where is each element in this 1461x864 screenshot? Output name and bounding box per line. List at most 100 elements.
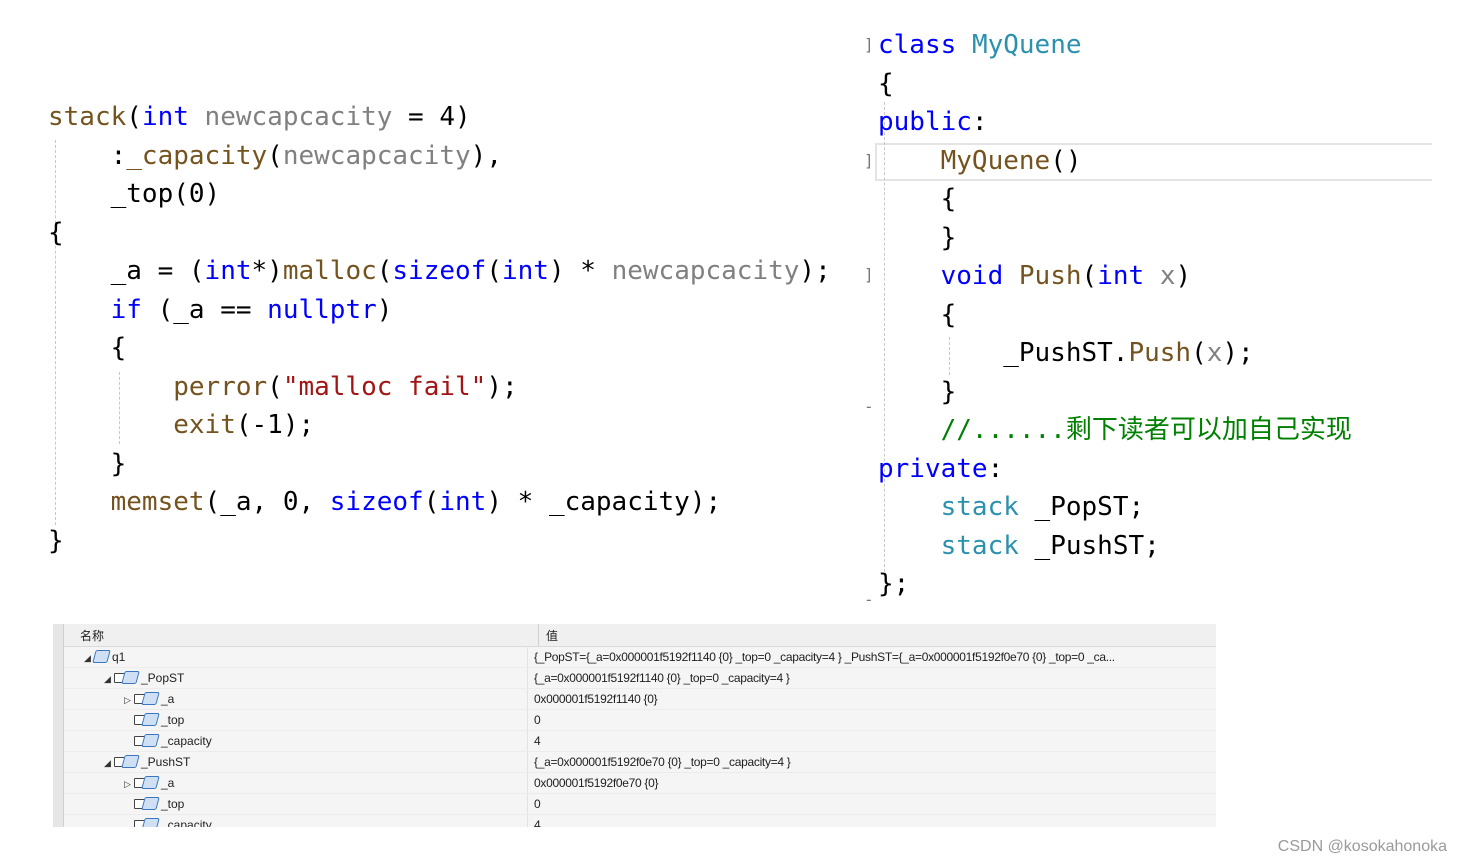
- code-token: exit: [173, 410, 236, 440]
- code-line[interactable]: class MyQuene: [878, 26, 1352, 65]
- watch-variable-value[interactable]: 0: [534, 710, 541, 730]
- code-line[interactable]: //......剩下读者可以加自己实现: [878, 411, 1352, 450]
- code-token: Push: [1018, 261, 1082, 291]
- column-divider[interactable]: [538, 624, 539, 646]
- code-line[interactable]: }: [48, 445, 831, 484]
- code-token: :: [971, 107, 988, 137]
- code-token: //......: [878, 415, 1066, 445]
- object-icon: [141, 776, 160, 789]
- code-token: }: [48, 448, 127, 479]
- code-token: {: [878, 184, 957, 214]
- code-line[interactable]: {: [878, 180, 1352, 219]
- code-line[interactable]: };: [878, 565, 1352, 604]
- code-line[interactable]: }: [878, 219, 1352, 258]
- code-line[interactable]: _a = (int*)malloc(sizeof(int) * newcapca…: [48, 252, 831, 291]
- code-token: );: [486, 371, 518, 402]
- watch-row[interactable]: _top 0: [64, 710, 1216, 731]
- code-line[interactable]: {: [878, 296, 1352, 335]
- code-line[interactable]: void Push(int x): [878, 257, 1352, 296]
- code-token: perror: [173, 371, 268, 402]
- watch-variable-value[interactable]: {_a=0x000001f5192f1140 {0} _top=0 _capac…: [534, 668, 790, 688]
- code-line[interactable]: public:: [878, 103, 1352, 142]
- code-line[interactable]: MyQuene(): [878, 142, 1352, 181]
- code-line[interactable]: memset(_a, 0, sizeof(int) * _capacity);: [48, 483, 831, 522]
- expand-arrow-icon[interactable]: ▷: [124, 690, 134, 710]
- code-line[interactable]: perror("malloc fail");: [48, 368, 831, 407]
- code-line[interactable]: _top(0): [48, 175, 831, 214]
- watch-row[interactable]: ▷ _a 0x000001f5192f1140 {0}: [64, 689, 1216, 710]
- watch-row-name: _capacity: [124, 731, 212, 751]
- code-line[interactable]: if (_a == nullptr): [48, 291, 831, 330]
- code-token: int: [439, 487, 487, 517]
- code-token: stack: [48, 102, 127, 132]
- watch-header: 名称 值: [64, 624, 1216, 647]
- code-line[interactable]: }: [878, 373, 1352, 412]
- watch-variable-value[interactable]: {_a=0x000001f5192f0e70 {0} _top=0 _capac…: [534, 752, 791, 772]
- code-line[interactable]: {: [878, 65, 1352, 104]
- code-token: (: [267, 371, 283, 402]
- watch-row[interactable]: ◢ _PopST {_a=0x000001f5192f1140 {0} _top=0…: [64, 668, 1216, 689]
- code-token: :: [987, 453, 1004, 484]
- code-line[interactable]: }: [48, 522, 831, 561]
- code-token: );: [799, 256, 831, 286]
- watch-variable-value[interactable]: 0: [534, 794, 541, 814]
- watch-variable-name: _top: [161, 713, 185, 727]
- code-line[interactable]: {: [48, 329, 831, 368]
- fold-marker-icon[interactable]: ]: [864, 35, 874, 54]
- watch-row[interactable]: ◢ _PushST {_a=0x000001f5192f0e70 {0} _top=…: [64, 752, 1216, 773]
- code-line[interactable]: stack _PopST;: [878, 488, 1352, 527]
- code-token: MyQuene: [940, 145, 1051, 176]
- code-token: (): [1050, 145, 1082, 176]
- code-token: newcapcacity: [282, 140, 471, 171]
- code-editor-left[interactable]: stack(int newcapcacity = 4) :_capacity(n…: [48, 98, 831, 560]
- watch-variable-value[interactable]: 4: [534, 815, 541, 827]
- expand-arrow-icon[interactable]: ▷: [124, 774, 134, 794]
- code-line[interactable]: :_capacity(newcapcacity),: [48, 137, 831, 176]
- object-icon: [141, 713, 160, 726]
- watch-variable-value[interactable]: 0x000001f5192f0e70 {0}: [534, 773, 659, 793]
- code-token: "malloc fail": [282, 371, 487, 402]
- watch-window[interactable]: 名称 值 ◢ q1 {_PopST={_a=0x000001f5192f1140 {…: [53, 624, 1216, 827]
- watch-row-name: _capacity: [124, 815, 212, 827]
- watch-row-name: ▷ _a: [124, 773, 174, 794]
- code-line[interactable]: stack _PushST;: [878, 527, 1352, 566]
- object-icon: [121, 671, 140, 684]
- code-token: MyQuene: [971, 30, 1082, 60]
- collapse-arrow-icon[interactable]: ◢: [104, 753, 114, 773]
- watch-gutter: [53, 624, 64, 827]
- watch-row[interactable]: ▷ _a 0x000001f5192f0e70 {0}: [64, 773, 1216, 794]
- code-token: :: [48, 140, 127, 171]
- watch-row[interactable]: ◢ q1 {_PopST={_a=0x000001f5192f1140 {0} _t…: [64, 647, 1216, 668]
- watch-row-name: ▷ _a: [124, 689, 174, 710]
- code-token: (: [1191, 338, 1207, 368]
- watch-row[interactable]: _capacity 4: [64, 731, 1216, 752]
- watch-row[interactable]: _capacity 4: [64, 815, 1216, 827]
- collapse-arrow-icon[interactable]: ◢: [104, 669, 114, 689]
- column-header-name[interactable]: 名称: [80, 627, 104, 644]
- code-token: *): [251, 256, 283, 286]
- code-line[interactable]: stack(int newcapcacity = 4): [48, 98, 831, 137]
- code-token: );: [1222, 338, 1254, 368]
- code-token: (: [267, 140, 283, 171]
- watch-row[interactable]: _top 0: [64, 794, 1216, 815]
- code-token: _PushST.: [878, 338, 1129, 368]
- fold-marker-icon[interactable]: ]: [864, 265, 874, 284]
- code-token: nullptr: [267, 294, 377, 325]
- code-token: _a = (: [48, 256, 205, 286]
- watch-variable-value[interactable]: {_PopST={_a=0x000001f5192f1140 {0} _top=…: [534, 647, 1115, 667]
- fold-marker-icon[interactable]: ]: [864, 151, 874, 170]
- column-header-value[interactable]: 值: [546, 627, 558, 644]
- code-line[interactable]: _PushST.Push(x);: [878, 334, 1352, 373]
- object-icon: [141, 797, 160, 810]
- code-line[interactable]: exit(-1);: [48, 406, 831, 445]
- code-line[interactable]: {: [48, 214, 831, 253]
- code-token: }: [878, 222, 957, 253]
- watch-variable-value[interactable]: 0x000001f5192f1140 {0}: [534, 689, 658, 709]
- code-line[interactable]: private:: [878, 450, 1352, 489]
- code-editor-right[interactable]: class MyQuene{public: MyQuene() { } void…: [878, 26, 1352, 604]
- watch-variable-value[interactable]: 4: [534, 731, 541, 751]
- watch-variable-name: q1: [112, 650, 126, 664]
